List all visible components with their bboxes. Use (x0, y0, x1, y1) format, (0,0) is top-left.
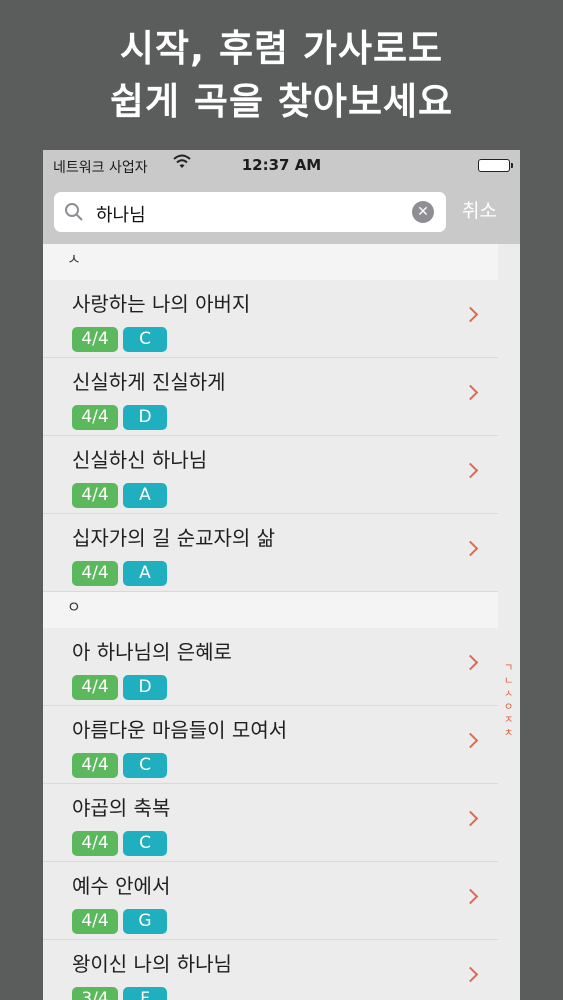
chevron-right-icon (462, 732, 479, 749)
song-row[interactable]: 왕이신 나의 하나님 3/4 F (43, 940, 498, 1000)
chevron-right-icon (462, 966, 479, 983)
song-title: 사랑하는 나의 아버지 (72, 292, 251, 316)
index-letter[interactable]: ㅈ (504, 714, 513, 727)
key-badge: D (123, 675, 167, 700)
key-badge: A (123, 483, 167, 508)
key-badge: D (123, 405, 167, 430)
song-row[interactable]: 신실하신 하나님 4/4 A (43, 436, 498, 514)
time-signature-badge: 4/4 (72, 483, 118, 508)
section-header: ㅅ (43, 244, 498, 280)
song-title: 십자가의 길 순교자의 삶 (72, 526, 276, 550)
key-badge: A (123, 561, 167, 586)
song-row[interactable]: 예수 안에서 4/4 G (43, 862, 498, 940)
search-icon (64, 202, 84, 226)
song-row[interactable]: 십자가의 길 순교자의 삶 4/4 A (43, 514, 498, 592)
battery-icon (478, 159, 513, 172)
index-letter[interactable]: ㅇ (504, 701, 513, 714)
promo-line-2: 쉽게 곡을 찾아보세요 (109, 80, 454, 123)
song-title: 신실하신 하나님 (72, 448, 208, 472)
index-letter[interactable]: ㄱ (504, 662, 513, 675)
search-input[interactable]: 하나님 ✕ (54, 192, 446, 232)
time-signature-badge: 4/4 (72, 561, 118, 586)
song-row[interactable]: 야곱의 축복 4/4 C (43, 784, 498, 862)
time-signature-badge: 4/4 (72, 831, 118, 856)
song-title: 신실하게 진실하게 (72, 370, 226, 394)
chevron-right-icon (462, 306, 479, 323)
song-row[interactable]: 사랑하는 나의 아버지 4/4 C (43, 280, 498, 358)
key-badge: C (123, 327, 167, 352)
promo-line-1: 시작, 후렴 가사로도 (119, 27, 444, 70)
time-signature-badge: 4/4 (72, 675, 118, 700)
song-row[interactable]: 신실하게 진실하게 4/4 D (43, 358, 498, 436)
time-signature-badge: 4/4 (72, 909, 118, 934)
search-query[interactable]: 하나님 (96, 201, 146, 227)
time-signature-badge: 3/4 (72, 987, 118, 1000)
status-time: 12:37 AM (241, 156, 322, 174)
section-index-bar[interactable]: ㄱ ㄴ ㅅ ㅇ ㅈ ㅊ (498, 244, 520, 1000)
search-bar: 하나님 ✕ 취소 (43, 180, 520, 244)
key-badge: C (123, 753, 167, 778)
song-title: 아름다운 마음들이 모여서 (72, 718, 288, 742)
cancel-button[interactable]: 취소 (462, 196, 497, 223)
status-bar: 네트워크 사업자 12:37 AM (43, 150, 520, 180)
song-row[interactable]: 아름다운 마음들이 모여서 4/4 C (43, 706, 498, 784)
chevron-right-icon (462, 654, 479, 671)
chevron-right-icon (462, 462, 479, 479)
key-badge: C (123, 831, 167, 856)
song-title: 왕이신 나의 하나님 (72, 952, 232, 976)
song-title: 아 하나님의 은혜로 (72, 640, 232, 664)
song-list: ㅅ 사랑하는 나의 아버지 4/4 C 신실하게 진실하게 4/4 D 신실하신… (43, 244, 498, 1000)
phone-screen: 네트워크 사업자 12:37 AM 하나님 ✕ 취소 ㅅ 사랑하는 나의 아버지… (43, 150, 520, 1000)
time-signature-badge: 4/4 (72, 753, 118, 778)
section-header: ㅇ (43, 592, 498, 628)
key-badge: G (123, 909, 167, 934)
index-letter[interactable]: ㅅ (504, 688, 513, 701)
index-letter[interactable]: ㅊ (504, 727, 513, 740)
song-row[interactable]: 아 하나님의 은혜로 4/4 D (43, 628, 498, 706)
chevron-right-icon (462, 540, 479, 557)
key-badge: F (123, 987, 167, 1000)
time-signature-badge: 4/4 (72, 405, 118, 430)
chevron-right-icon (462, 384, 479, 401)
chevron-right-icon (462, 888, 479, 905)
chevron-right-icon (462, 810, 479, 827)
song-title: 예수 안에서 (72, 874, 171, 898)
promo-headline: 시작, 후렴 가사로도 쉽게 곡을 찾아보세요 (0, 22, 563, 128)
clear-icon[interactable]: ✕ (412, 201, 434, 223)
time-signature-badge: 4/4 (72, 327, 118, 352)
song-title: 야곱의 축복 (72, 796, 171, 820)
index-letter[interactable]: ㄴ (504, 675, 513, 688)
